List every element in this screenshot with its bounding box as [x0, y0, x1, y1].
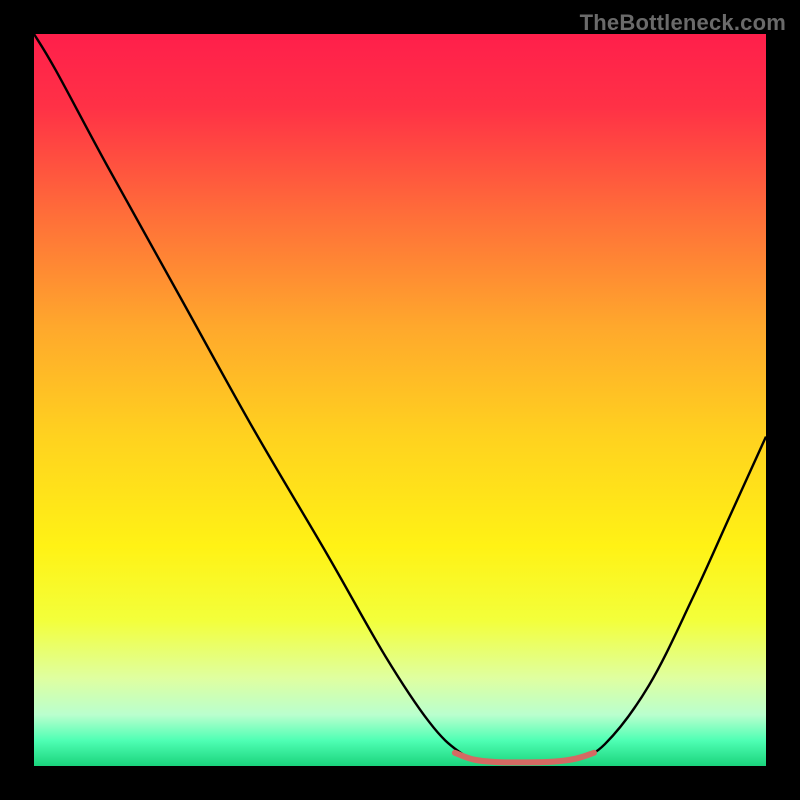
chart-svg — [34, 34, 766, 766]
chart-frame: TheBottleneck.com — [0, 0, 800, 800]
chart-background — [34, 34, 766, 766]
watermark-text: TheBottleneck.com — [580, 10, 786, 36]
plot-area — [34, 34, 766, 766]
